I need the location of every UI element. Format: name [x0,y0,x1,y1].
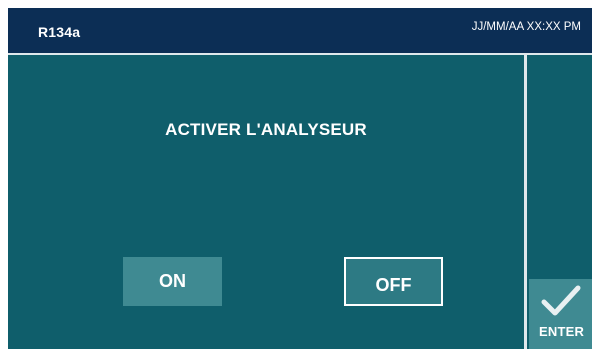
header-divider [8,53,592,55]
checkmark-icon [541,285,581,316]
analyzer-screen: R134a JJ/MM/AA XX:XX PM ACTIVER L'ANALYS… [8,8,592,349]
datetime-display: JJ/MM/AA XX:XX PM [471,21,581,33]
enter-button[interactable]: ENTER [529,279,592,349]
header-bar: R134a JJ/MM/AA XX:XX PM [8,8,592,53]
side-panel-divider [524,55,527,349]
on-button[interactable]: ON [123,257,222,306]
off-button[interactable]: OFF [344,257,443,306]
refrigerant-model-label: R134a [38,24,81,40]
prompt-title: ACTIVER L'ANALYSEUR [165,120,367,139]
enter-label: ENTER [539,324,585,339]
